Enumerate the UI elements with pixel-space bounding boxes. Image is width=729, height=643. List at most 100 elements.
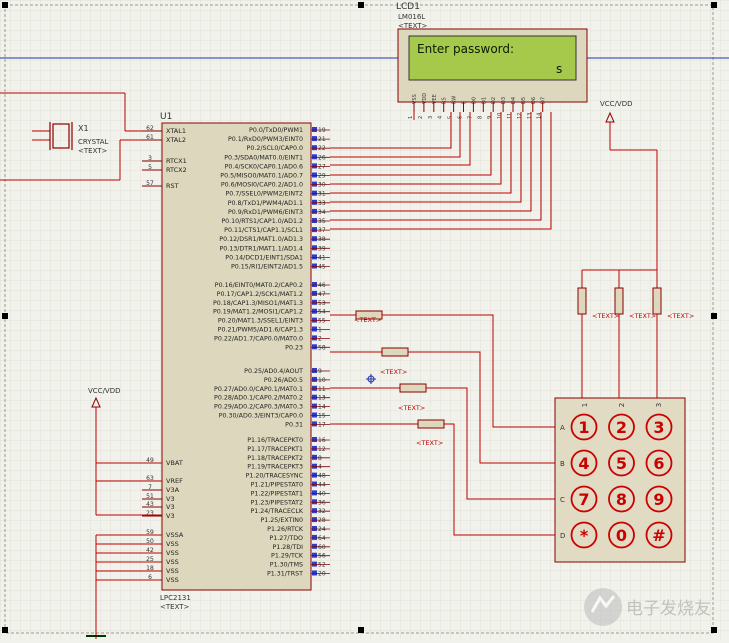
mcu-pin-number: 64 xyxy=(318,535,326,542)
keypad-key[interactable]: 9 xyxy=(645,485,673,513)
row-resistor[interactable] xyxy=(381,347,409,357)
mcu-pin-label: P0.8/TxD1/PWM4/AD1.1 xyxy=(228,200,303,207)
mcu-pin-label: P1.16/TRACEPKT0 xyxy=(247,437,303,444)
keypad-key[interactable]: # xyxy=(645,521,673,549)
mcu-pin-label: P0.11/CTS1/CAP1.1/SCL1 xyxy=(224,227,303,234)
mcu-pin-number: 37 xyxy=(318,227,326,234)
pin-marker xyxy=(312,472,317,478)
crystal-text-tag: <TEXT> xyxy=(78,147,108,155)
pin-marker xyxy=(312,517,317,523)
keypad-key[interactable]: 5 xyxy=(608,449,635,477)
watermark-text: 电子发烧友 xyxy=(626,599,711,619)
mcu-pin-label: VSS xyxy=(166,549,179,557)
lcd-pin-label: D2 xyxy=(491,97,497,104)
keypad-key[interactable]: 4 xyxy=(570,449,598,477)
mcu-pin-label: P0.9/RxD1/PWM6/EINT3 xyxy=(228,209,303,216)
mcu-pin-label: P1.17/TRACEPKT1 xyxy=(247,446,303,453)
mcu-pin-label: P1.23/PIPESTAT2 xyxy=(251,499,303,506)
keypad-row-label: B xyxy=(560,460,565,468)
mcu-pin-label: RTCX2 xyxy=(166,166,187,174)
mcu-pin-number: 33 xyxy=(318,200,326,207)
lcd-pin-number: 13 xyxy=(527,113,533,119)
keypad-column-label: 1 xyxy=(581,403,589,407)
row-resistor[interactable] xyxy=(417,419,445,429)
lcd-pin-number: 9 xyxy=(487,116,493,119)
pin-marker xyxy=(312,218,317,223)
mcu-pin-number: 2 xyxy=(318,335,322,342)
pullup-resistor[interactable] xyxy=(652,287,662,315)
mcu-pin-number: 56 xyxy=(318,553,326,560)
keypad-key[interactable]: 7 xyxy=(570,485,598,513)
lcd-pin-number: 8 xyxy=(477,116,483,119)
mcu-pin-label: P0.10/RTS1/CAP1.0/AD1.2 xyxy=(221,218,303,225)
mcu-u1[interactable]: U1 LPC2131 <TEXT> 62 XTAL1 61 XTAL2 3 RTCX1 5 R… xyxy=(142,112,330,611)
keypad-key[interactable]: 0 xyxy=(608,521,635,549)
resistor-text-tag: <TEXT> xyxy=(398,404,425,412)
pin-marker xyxy=(312,437,317,442)
pin-marker xyxy=(312,208,317,214)
mcu-pin-label: P1.26/RTCK xyxy=(267,526,304,533)
mcu-pin-number: 23 xyxy=(146,510,154,517)
keypad[interactable]: 1 2 3 A B C D 1 2 3 4 5 6 7 8 9 * 0 # xyxy=(554,397,686,563)
keypad-key[interactable]: 2 xyxy=(608,413,635,441)
mcu-pin-label: P0.3/SDA0/MAT0.0/EINT1 xyxy=(224,154,303,161)
pin-marker xyxy=(312,376,317,382)
mcu-pin-number: 10 xyxy=(318,377,326,384)
pin-marker xyxy=(312,282,317,287)
pin-marker xyxy=(312,190,317,196)
keypad-key-label: 6 xyxy=(653,454,664,473)
resistor-text-tag: <TEXT> xyxy=(380,368,407,376)
mcu-pin-label: P1.20/TRACESYNC xyxy=(246,473,304,480)
row-resistor[interactable] xyxy=(399,383,427,393)
crystal-ref: X1 xyxy=(78,124,89,133)
mcu-pin-number: 34 xyxy=(318,209,326,216)
mcu-pin-number: 24 xyxy=(318,526,326,533)
mcu-pin-label: P0.2/SCL0/CAP0.0 xyxy=(247,145,303,152)
pin-marker xyxy=(312,561,317,567)
keypad-key[interactable]: 3 xyxy=(645,413,673,441)
lcd-part-label: LM016L xyxy=(398,13,425,21)
mcu-pin-label: P0.4/SCK0/CAP0.1/AD0.6 xyxy=(225,163,303,170)
resistor-text-tag: <TEXT> xyxy=(354,316,381,324)
mcu-pin-number: 28 xyxy=(318,517,326,524)
pullup-resistor[interactable] xyxy=(614,287,624,315)
keypad-key-label: 8 xyxy=(616,490,627,509)
mcu-pin-label: VBAT xyxy=(166,459,183,467)
mcu-pin-number: 8 xyxy=(318,455,322,462)
mcu-pin-label: P1.31/TRST xyxy=(267,571,303,578)
lcd-pin-label: RW xyxy=(452,96,458,104)
keypad-key-label: 3 xyxy=(653,418,664,437)
mcu-pin-number: 47 xyxy=(318,291,326,298)
mcu-pin-number: 12 xyxy=(318,446,326,453)
pin-marker xyxy=(312,154,317,160)
keypad-key[interactable]: 8 xyxy=(608,485,635,513)
mcu-pin-number: 11 xyxy=(318,386,326,393)
schematic-canvas[interactable]: LCD1 LM016L <TEXT> Enter password: s VSS… xyxy=(0,0,729,639)
mcu-pin-number: 20 xyxy=(318,571,326,578)
keypad-key[interactable]: 6 xyxy=(645,449,673,477)
pullup-resistor[interactable] xyxy=(577,287,587,315)
lcd-pin-number: 4 xyxy=(438,116,444,119)
mcu-pin-label: P0.16/EINT0/MAT0.2/CAP0.2 xyxy=(215,282,303,289)
pin-marker xyxy=(312,368,317,373)
pin-marker xyxy=(312,299,317,305)
mcu-pin-label: RTCX1 xyxy=(166,157,187,165)
keypad-key-label: 2 xyxy=(616,418,627,437)
mcu-pin-label: P1.21/PIPESTAT0 xyxy=(251,482,303,489)
mcu-pin-label: V3A xyxy=(166,486,180,494)
pin-marker xyxy=(312,508,317,514)
pin-marker xyxy=(312,163,317,169)
pin-marker xyxy=(312,499,317,505)
mcu-pin-number: 31 xyxy=(318,191,326,198)
vcc-left-label: VCC/VDD xyxy=(88,387,121,395)
mcu-pin-label: P1.19/TRACEPKT3 xyxy=(247,464,303,471)
mcu-pin-label: P0.14/DCD1/EINT1/SDA1 xyxy=(225,254,303,261)
keypad-key[interactable]: 1 xyxy=(570,413,598,441)
keypad-key[interactable]: * xyxy=(570,521,598,549)
lcd-pin-number: 11 xyxy=(507,113,513,119)
keypad-key-label: 1 xyxy=(578,418,589,437)
resistor-text-tag: <TEXT> xyxy=(629,312,656,320)
mcu-pin-number: 32 xyxy=(318,508,326,515)
mcu-pin-number: 26 xyxy=(318,154,326,161)
mcu-pin-number: 44 xyxy=(318,482,326,489)
